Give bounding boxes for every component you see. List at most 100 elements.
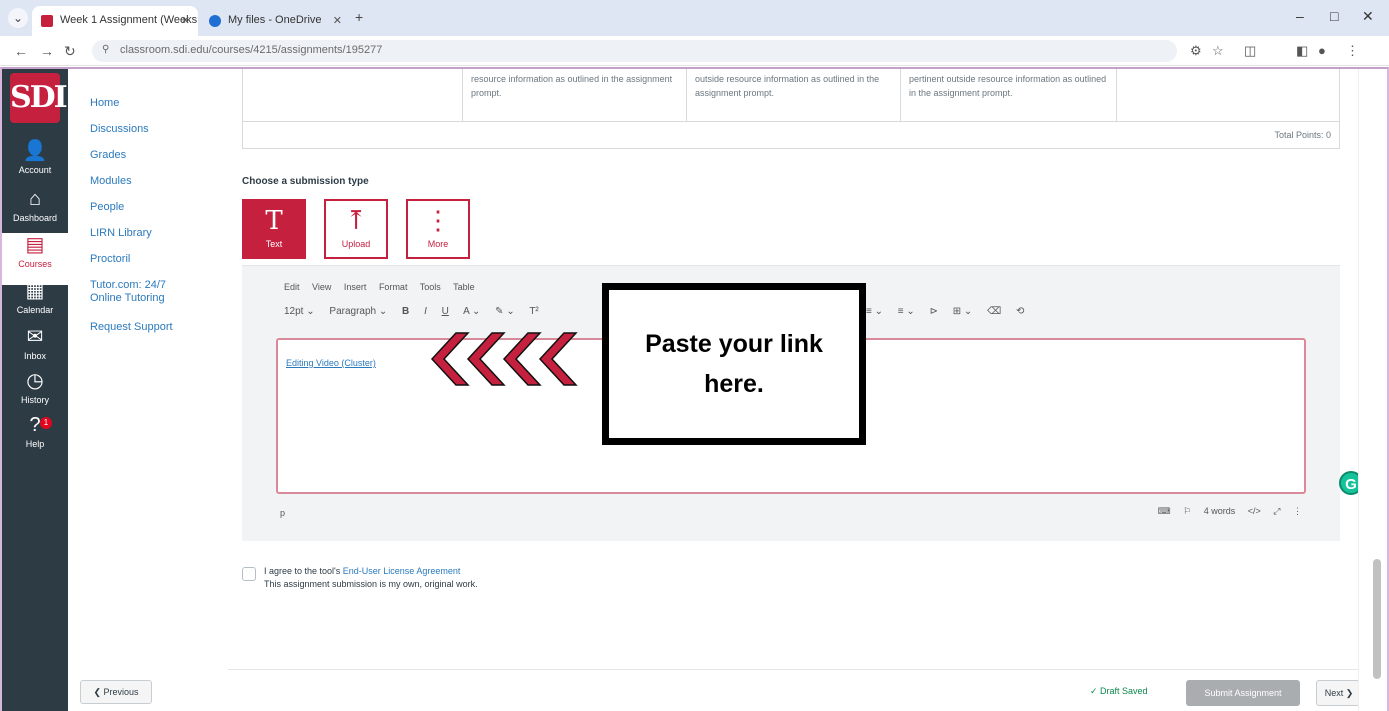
pasted-link[interactable]: Editing Video (Cluster) bbox=[286, 358, 376, 368]
menu-table[interactable]: Table bbox=[453, 282, 475, 292]
profile-avatar-icon[interactable]: ● bbox=[1318, 43, 1326, 58]
scrollbar-thumb[interactable] bbox=[1373, 559, 1381, 679]
rubric-cell: resource information as outlined in the … bbox=[463, 69, 687, 121]
html-editor-toggle[interactable]: </> bbox=[1248, 506, 1261, 516]
red-chevron-arrows-icon bbox=[430, 332, 578, 386]
canvas-app: SDI 👤 Account ⌂ Dashboard ▤ Courses ▦ Ca… bbox=[0, 67, 1389, 711]
embed-button[interactable]: ⊳ bbox=[930, 306, 938, 317]
assignment-footer: ❮ Previous ✓ Draft Saved Submit Assignme… bbox=[80, 669, 1362, 711]
course-nav-request-support[interactable]: Request Support bbox=[90, 321, 200, 334]
paste-link-callout: Paste your link here. bbox=[602, 283, 866, 445]
menu-edit[interactable]: Edit bbox=[284, 282, 300, 292]
course-nav-lirn-library[interactable]: LIRN Library bbox=[90, 227, 200, 240]
course-nav-home[interactable]: Home bbox=[90, 97, 200, 110]
browser-tab-onedrive[interactable]: My files - OneDrive ✕ bbox=[200, 6, 350, 36]
course-nav-people[interactable]: People bbox=[90, 201, 200, 214]
calendar-icon: ▦ bbox=[25, 280, 45, 302]
menu-view[interactable]: View bbox=[312, 282, 331, 292]
minimize-button[interactable]: – bbox=[1296, 8, 1304, 24]
accessibility-checker-icon[interactable]: ⚐ bbox=[1183, 506, 1191, 516]
help-icon: ? bbox=[29, 414, 41, 436]
rubric-cell: outside resource information as outlined… bbox=[687, 69, 901, 121]
bullet-list-button[interactable]: ≡ ⌄ bbox=[866, 306, 883, 317]
global-nav-account[interactable]: 👤 Account bbox=[2, 139, 68, 191]
menu-tools[interactable]: Tools bbox=[420, 282, 441, 292]
bold-button[interactable]: B bbox=[402, 306, 409, 317]
font-size-select[interactable]: 12pt ⌄ bbox=[284, 306, 315, 317]
reload-icon[interactable]: ↻ bbox=[64, 43, 76, 60]
tab-label: My files - OneDrive bbox=[228, 14, 322, 26]
menu-format[interactable]: Format bbox=[379, 282, 408, 292]
rubric-cell bbox=[1117, 69, 1339, 121]
close-tab-icon[interactable]: ✕ bbox=[181, 14, 190, 27]
extension-icon[interactable]: ⚙ bbox=[1190, 43, 1202, 59]
next-button[interactable]: Next ❯ bbox=[1316, 680, 1362, 706]
course-nav-tutoring[interactable]: Tutor.com: 24/7 Online Tutoring bbox=[90, 279, 200, 305]
url-input[interactable]: ⚲ classroom.sdi.edu/courses/4215/assignm… bbox=[92, 40, 1177, 62]
global-nav-label: History bbox=[20, 395, 49, 405]
underline-button[interactable]: U bbox=[442, 306, 449, 317]
inbox-icon: ✉ bbox=[26, 326, 44, 348]
superscript-button[interactable]: T² bbox=[529, 306, 538, 317]
forward-icon[interactable]: → bbox=[40, 43, 54, 59]
eula-text: I agree to the tool's End-User License A… bbox=[264, 565, 604, 591]
onedrive-favicon-icon bbox=[209, 15, 221, 27]
word-count[interactable]: 4 words bbox=[1204, 506, 1236, 516]
fullscreen-icon[interactable]: ⤢ bbox=[1273, 506, 1280, 516]
editor-toolbar: 12pt ⌄ Paragraph ⌄ B I U A ⌄ ✎ ⌄ T² bbox=[284, 306, 551, 317]
submission-type-more-button[interactable]: ⋮ More bbox=[406, 199, 470, 259]
clear-format-button[interactable]: ⌫ bbox=[987, 306, 1001, 317]
course-nav-grades[interactable]: Grades bbox=[90, 149, 200, 162]
editor-menubar: Edit View Insert Format Tools Table bbox=[284, 282, 485, 292]
text-type-icon: T bbox=[265, 206, 283, 236]
eula-link[interactable]: End-User License Agreement bbox=[343, 566, 461, 576]
numbered-list-button[interactable]: ≡ ⌄ bbox=[898, 306, 915, 317]
global-nav-help[interactable]: ? 1 Help bbox=[2, 413, 68, 465]
global-nav-courses[interactable]: ▤ Courses bbox=[2, 233, 68, 285]
url-text: classroom.sdi.edu/courses/4215/assignmen… bbox=[120, 44, 383, 56]
text-color-button[interactable]: A ⌄ bbox=[463, 306, 480, 317]
close-tab-icon[interactable]: ✕ bbox=[333, 14, 342, 27]
global-nav-calendar[interactable]: ▦ Calendar bbox=[2, 279, 68, 331]
statusbar-more-icon[interactable]: ⋮ bbox=[1293, 506, 1302, 516]
submission-type-text-button[interactable]: T Text bbox=[242, 199, 306, 259]
global-nav-dashboard[interactable]: ⌂ Dashboard bbox=[2, 187, 68, 239]
close-window-button[interactable]: ✕ bbox=[1362, 8, 1374, 25]
editor-statusbar: p ⌨ ⚐ 4 words </> ⤢ ⋮ bbox=[276, 504, 1306, 526]
browser-menu-icon[interactable]: ⋮ bbox=[1346, 43, 1359, 59]
eula-checkbox[interactable] bbox=[242, 567, 256, 581]
new-tab-button[interactable]: + bbox=[355, 9, 363, 25]
extensions-puzzle-icon[interactable]: ◫ bbox=[1244, 43, 1256, 59]
browser-tab-bar: ⌄ Week 1 Assignment (Weeks ✕ My files - … bbox=[0, 0, 1389, 36]
submit-assignment-button[interactable]: Submit Assignment bbox=[1186, 680, 1300, 706]
paragraph-select[interactable]: Paragraph ⌄ bbox=[329, 306, 387, 317]
back-icon[interactable]: ← bbox=[14, 43, 28, 59]
global-nav-label: Dashboard bbox=[12, 213, 58, 223]
bookmark-star-icon[interactable]: ☆ bbox=[1212, 43, 1224, 59]
course-nav-discussions[interactable]: Discussions bbox=[90, 123, 200, 136]
keyboard-shortcuts-icon[interactable]: ⌨ bbox=[1158, 506, 1171, 516]
previous-button[interactable]: ❮ Previous bbox=[80, 680, 152, 704]
upload-icon: ⤒ bbox=[345, 206, 367, 236]
sidebar-icon[interactable]: ◧ bbox=[1296, 43, 1308, 59]
course-nav-modules[interactable]: Modules bbox=[90, 175, 200, 188]
element-path[interactable]: p bbox=[280, 508, 285, 518]
more-vertical-icon: ⋮ bbox=[425, 206, 451, 236]
italic-button[interactable]: I bbox=[424, 306, 427, 317]
tab-search-button[interactable]: ⌄ bbox=[8, 8, 28, 28]
tab-label: Week 1 Assignment (Weeks bbox=[60, 14, 198, 26]
browser-tab-active[interactable]: Week 1 Assignment (Weeks ✕ bbox=[32, 6, 198, 36]
menu-insert[interactable]: Insert bbox=[344, 282, 367, 292]
rubric-table: resource information as outlined in the … bbox=[242, 69, 1340, 149]
undo-button[interactable]: ⟲ bbox=[1016, 306, 1024, 317]
highlight-button[interactable]: ✎ ⌄ bbox=[495, 306, 515, 317]
submission-type-upload-button[interactable]: ⤒ Upload bbox=[324, 199, 388, 259]
table-button[interactable]: ⊞ ⌄ bbox=[953, 306, 973, 317]
global-nav-label: Calendar bbox=[16, 305, 54, 315]
account-icon: 👤 bbox=[22, 140, 48, 162]
course-nav-proctoril[interactable]: Proctoril bbox=[90, 253, 200, 266]
site-info-icon[interactable]: ⚲ bbox=[102, 44, 109, 55]
page-scrollbar[interactable] bbox=[1358, 69, 1387, 711]
maximize-button[interactable]: □ bbox=[1330, 8, 1338, 24]
sdi-logo[interactable]: SDI bbox=[10, 73, 68, 123]
